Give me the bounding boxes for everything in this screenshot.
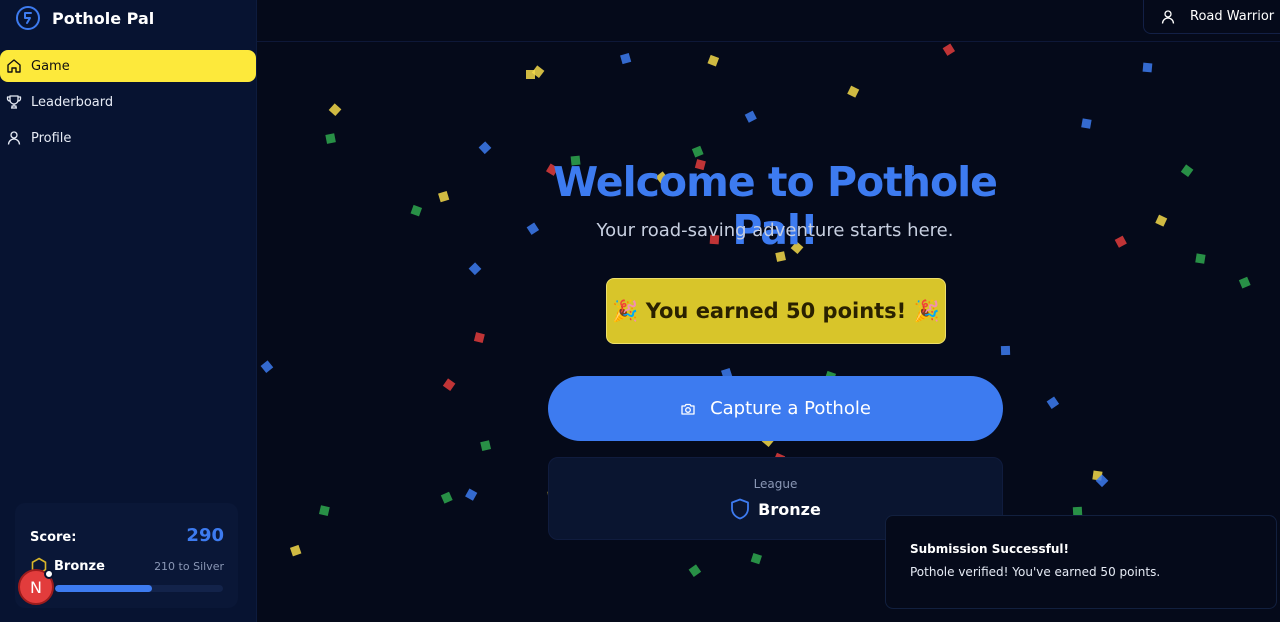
confetti-piece xyxy=(1195,253,1206,264)
sidebar-item-label: Profile xyxy=(31,130,72,146)
brand[interactable]: Pothole Pal xyxy=(14,3,154,33)
confetti-piece xyxy=(328,103,342,117)
user-menu-button[interactable]: Road Warrior xyxy=(1143,0,1280,34)
league-card-label: League xyxy=(753,477,798,491)
confetti-piece xyxy=(620,53,632,65)
confetti-piece xyxy=(1114,235,1127,248)
header-divider xyxy=(257,41,1280,42)
sidebar: Pothole Pal Game Leaderboard Profile Sco… xyxy=(0,0,257,622)
sidebar-item-label: Leaderboard xyxy=(31,94,114,110)
confetti-piece xyxy=(1155,214,1168,227)
confetti-piece xyxy=(1081,118,1092,129)
league-card-value: Bronze xyxy=(758,499,821,519)
confetti-piece xyxy=(478,141,492,155)
confetti-piece xyxy=(707,54,720,67)
sidebar-item-game[interactable]: Game xyxy=(0,50,256,82)
avatar-letter: N xyxy=(30,577,42,597)
confetti-piece xyxy=(1180,164,1194,177)
toast-title: Submission Successful! xyxy=(910,542,1069,556)
confetti-piece xyxy=(1092,470,1103,481)
confetti-piece xyxy=(289,544,302,557)
league-progress-fill xyxy=(55,585,153,592)
user-icon xyxy=(1161,9,1175,24)
confetti-piece xyxy=(473,332,485,344)
confetti-piece xyxy=(526,70,535,79)
league-name: Bronze xyxy=(54,558,105,574)
points-earned-text: 🎉 You earned 50 points! 🎉 xyxy=(612,298,940,323)
confetti-piece xyxy=(1238,276,1251,289)
confetti-piece xyxy=(442,378,456,391)
score-value: 290 xyxy=(186,525,224,546)
confetti-piece xyxy=(325,133,336,144)
sidebar-item-label: Game xyxy=(31,58,70,74)
confetti-piece xyxy=(942,43,956,56)
trophy-icon xyxy=(6,95,22,109)
confetti-piece xyxy=(691,145,704,158)
toast-message: Pothole verified! You've earned 50 point… xyxy=(910,565,1161,579)
user-icon xyxy=(7,131,21,145)
confetti-piece xyxy=(318,505,330,516)
success-toast[interactable]: Submission Successful! Pothole verified!… xyxy=(885,515,1277,609)
points-earned-banner: 🎉 You earned 50 points! 🎉 xyxy=(606,278,946,344)
capture-button-label: Capture a Pothole xyxy=(710,398,871,419)
confetti-piece xyxy=(1095,474,1109,488)
confetti-piece xyxy=(750,552,762,565)
confetti-piece xyxy=(744,110,757,123)
sidebar-item-leaderboard[interactable]: Leaderboard xyxy=(0,86,256,118)
confetti-piece xyxy=(468,262,482,276)
confetti-piece xyxy=(847,85,860,98)
user-name: Road Warrior xyxy=(1190,9,1275,24)
confetti-piece xyxy=(688,564,702,577)
confetti-piece xyxy=(480,440,492,451)
confetti-piece xyxy=(260,360,274,374)
shield-icon xyxy=(731,498,750,520)
confetti-piece xyxy=(1142,62,1153,73)
home-icon xyxy=(7,59,21,73)
confetti-piece xyxy=(438,191,450,203)
sidebar-nav: Game Leaderboard Profile xyxy=(0,50,257,158)
page-subtitle: Your road-saving adventure starts here. xyxy=(596,220,954,241)
camera-icon xyxy=(681,403,695,415)
sidebar-item-profile[interactable]: Profile xyxy=(0,122,256,154)
confetti-piece xyxy=(531,65,545,79)
capture-pothole-button[interactable]: Capture a Pothole xyxy=(548,376,1003,441)
confetti-piece xyxy=(1000,345,1011,356)
pothole-pal-logo-icon xyxy=(14,4,42,32)
confetti-piece xyxy=(1046,396,1060,409)
app-name: Pothole Pal xyxy=(52,8,155,28)
status-dot xyxy=(44,569,54,579)
points-to-next-league: 210 to Silver xyxy=(154,559,224,573)
confetti-piece xyxy=(465,488,478,501)
league-progress-bar xyxy=(55,585,223,592)
score-label: Score: xyxy=(30,530,77,545)
confetti-piece xyxy=(440,491,453,504)
confetti-piece xyxy=(410,204,423,217)
